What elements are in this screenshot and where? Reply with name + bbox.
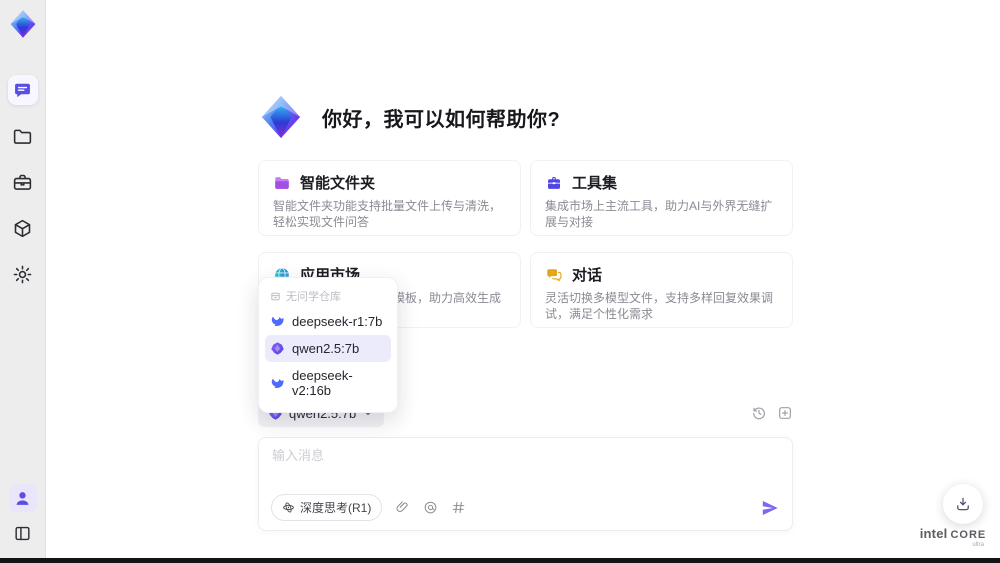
chat-icon	[15, 83, 30, 97]
sidebar-item-account[interactable]	[8, 484, 37, 512]
intel-sub-text: ultra	[972, 542, 984, 548]
smart-folder-icon	[275, 176, 289, 189]
composer-toolbar: 深度思考(R1)	[271, 494, 780, 521]
model-dropdown-header: 无问学仓库	[265, 283, 391, 308]
card-desc: 智能文件夹功能支持批量文件上传与清洗，轻松实现文件问答	[273, 199, 502, 229]
history-icon[interactable]	[751, 405, 767, 421]
cube-icon	[14, 219, 31, 237]
model-option-deepseek-v2[interactable]: deepseek-v2:16b	[265, 362, 391, 404]
sidebar-footer	[8, 484, 37, 547]
download-button[interactable]	[943, 484, 983, 524]
intel-logo-text: intel	[919, 526, 948, 541]
composer: 深度思考(R1)	[258, 437, 793, 531]
model-option-qwen[interactable]: qwen2.5:7b	[265, 335, 391, 362]
card-toolset[interactable]: 工具集 集成市场上主流工具，助力AI与外界无缝扩展与对接	[530, 160, 793, 236]
card-desc: 灵活切换多模型文件，支持多样回复效果调试，满足个性化需求	[545, 291, 774, 321]
sidebar-item-settings[interactable]	[8, 259, 38, 289]
toolbox-icon	[548, 176, 560, 189]
folder-icon	[13, 129, 32, 144]
window-bottom-edge	[0, 558, 1000, 563]
download-icon	[957, 497, 969, 511]
message-input[interactable]	[272, 448, 779, 463]
new-chat-icon[interactable]	[777, 405, 793, 421]
card-smart-folder[interactable]: 智能文件夹 智能文件夹功能支持批量文件上传与清洗，轻松实现文件问答	[258, 160, 521, 236]
send-button[interactable]	[760, 498, 780, 518]
greeting-title: 你好，我可以如何帮助你?	[322, 108, 561, 131]
card-title: 智能文件夹	[300, 175, 376, 192]
mention-icon[interactable]	[423, 500, 438, 515]
user-icon	[16, 491, 29, 505]
app-window: 你好，我可以如何帮助你? 智能文件夹 智能文件夹功能支持批量文件上传与清洗，轻松…	[0, 0, 1000, 563]
model-repo-label: 无问学仓库	[286, 291, 341, 303]
paperclip-icon[interactable]	[395, 500, 410, 515]
sidebar-nav	[7, 75, 38, 289]
send-icon	[762, 500, 778, 515]
model-option-label: deepseek-v2:16b	[292, 368, 353, 398]
qwen-icon	[271, 342, 284, 355]
deepseek-icon	[271, 316, 284, 326]
card-title: 工具集	[572, 175, 618, 192]
chat-toolbar	[751, 405, 793, 421]
model-dropdown: 无问学仓库 deepseek-r1:7b qwen2.5:7b deepseek…	[258, 277, 398, 413]
sidebar-item-toolbox[interactable]	[8, 167, 38, 197]
sidebar-item-collapse[interactable]	[9, 519, 37, 547]
card-title: 对话	[572, 267, 603, 284]
briefcase-icon	[13, 174, 32, 190]
sidebar-item-chat[interactable]	[7, 75, 38, 105]
card-desc: 集成市场上主流工具，助力AI与外界无缝扩展与对接	[545, 199, 773, 229]
gear-icon	[13, 265, 32, 283]
sidebar	[0, 0, 46, 563]
deep-think-label: 深度思考(R1)	[300, 501, 372, 515]
panel-icon	[15, 526, 30, 540]
hash-icon[interactable]	[451, 500, 466, 515]
model-option-label: deepseek-r1:7b	[292, 314, 383, 329]
greeting: 你好，我可以如何帮助你?	[258, 94, 560, 140]
main-content: 你好，我可以如何帮助你? 智能文件夹 智能文件夹功能支持批量文件上传与清洗，轻松…	[258, 0, 793, 563]
model-option-deepseek-r1[interactable]: deepseek-r1:7b	[265, 308, 391, 335]
intel-core-badge: intel CORE ultra	[916, 526, 990, 548]
atom-icon	[283, 502, 294, 513]
deepseek-icon	[271, 378, 284, 388]
deep-think-toggle[interactable]: 深度思考(R1)	[271, 494, 383, 521]
sidebar-item-folders[interactable]	[8, 121, 38, 151]
sidebar-item-models[interactable]	[8, 213, 38, 243]
card-dialog[interactable]: 对话 灵活切换多模型文件，支持多样回复效果调试，满足个性化需求	[530, 252, 793, 328]
dialog-icon	[547, 268, 562, 282]
app-logo-icon	[10, 10, 35, 38]
model-option-label: qwen2.5:7b	[292, 341, 360, 356]
core-logo-text: CORE	[950, 529, 987, 541]
assistant-logo-icon	[261, 95, 301, 139]
repo-icon	[271, 292, 280, 300]
